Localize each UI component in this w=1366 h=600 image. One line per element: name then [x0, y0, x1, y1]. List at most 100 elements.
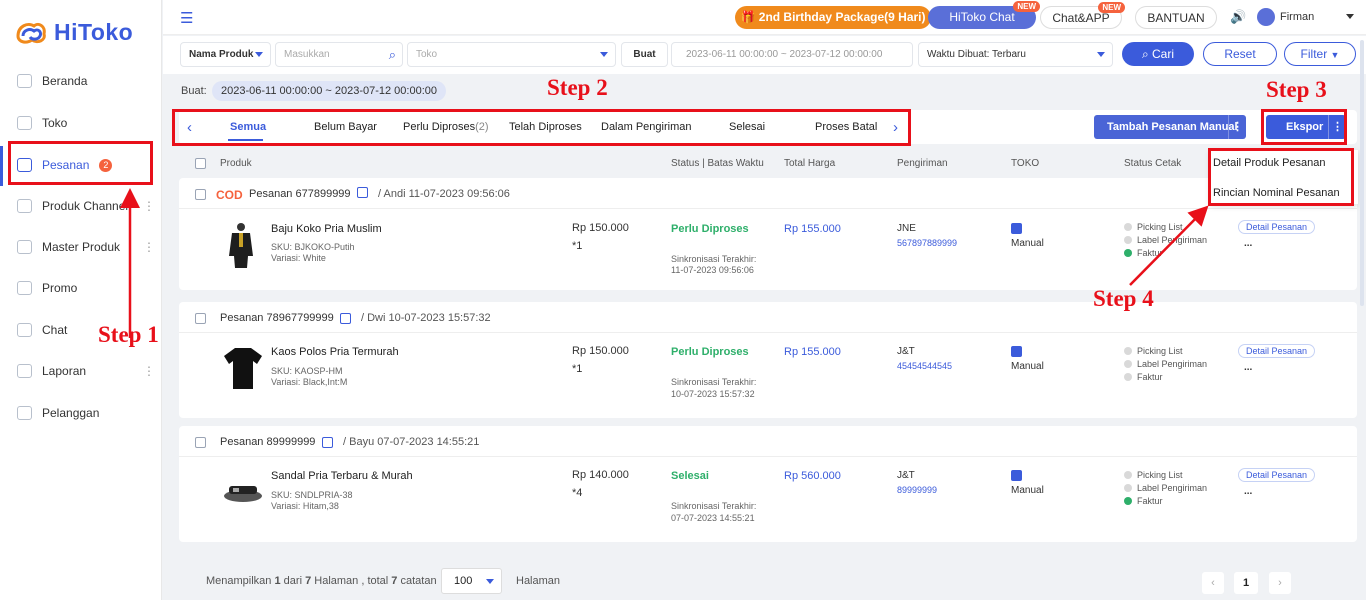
copy-icon[interactable]: [340, 313, 351, 324]
date-range-input[interactable]: 2023-06-11 00:00:00 ~ 2023-07-12 00:00:0…: [671, 42, 913, 67]
order-checkbox[interactable]: [195, 189, 206, 200]
birthday-package-button[interactable]: 🎁 2nd Birthday Package(9 Hari): [735, 6, 931, 29]
col-total: Total Harga: [784, 158, 836, 169]
sidebar-item-label: Chat: [42, 323, 68, 337]
print-label[interactable]: Label Pengiriman: [1124, 482, 1207, 495]
reset-button[interactable]: Reset: [1203, 42, 1277, 66]
more-icon[interactable]: ⋮: [143, 364, 155, 378]
cari-button[interactable]: ⌕ Cari: [1122, 42, 1194, 66]
col-pengiriman: Pengiriman: [897, 158, 948, 169]
new-tag: NEW: [1098, 2, 1125, 13]
toko-name: Manual: [1011, 485, 1044, 496]
speaker-icon[interactable]: 🔊: [1230, 9, 1246, 25]
product-variasi: Variasi: Black,Int:M: [271, 377, 348, 387]
status-dot-icon: [1124, 223, 1132, 231]
toko-name: Manual: [1011, 361, 1044, 372]
select-all-checkbox[interactable]: [195, 158, 206, 169]
grid-icon: [17, 199, 32, 213]
print-faktur[interactable]: Faktur: [1124, 371, 1207, 384]
date-type-label[interactable]: Buat: [621, 42, 668, 67]
detail-pesanan-button[interactable]: Detail Pesanan: [1238, 220, 1316, 234]
detail-pesanan-button[interactable]: Detail Pesanan: [1238, 344, 1316, 358]
more-actions[interactable]: ...: [1244, 362, 1252, 373]
order-card: Pesanan 89999999 / Bayu 07-07-2023 14:55…: [179, 426, 1357, 542]
col-toko: TOKO: [1011, 158, 1040, 169]
active-filter-chip[interactable]: 2023-06-11 00:00:00 ~ 2023-07-12 00:00:0…: [212, 81, 447, 101]
logo[interactable]: HiToko: [14, 18, 133, 46]
sidebar-item-label: Master Produk: [42, 240, 121, 254]
chat-app-button[interactable]: Chat&APP NEW: [1040, 2, 1125, 29]
product-variasi: Variasi: Hitam,38: [271, 501, 339, 511]
toko-name: Manual: [1011, 238, 1044, 249]
order-meta: / Bayu 07-07-2023 14:55:21: [343, 436, 480, 448]
more-icon[interactable]: ⋮: [1228, 115, 1246, 139]
user-name[interactable]: Firman: [1280, 11, 1314, 23]
filter-button[interactable]: Filter ▼: [1284, 42, 1356, 66]
search-input[interactable]: Masukkan ⌕: [275, 42, 403, 67]
courier: J&T: [897, 346, 915, 357]
sidebar-item-pelanggan[interactable]: Pelanggan: [0, 395, 161, 431]
detail-pesanan-button[interactable]: Detail Pesanan: [1238, 468, 1316, 482]
product-qty: *1: [572, 240, 583, 252]
promo-icon: [17, 281, 32, 295]
more-actions[interactable]: ...: [1244, 238, 1252, 249]
tracking-number[interactable]: 567897889999: [897, 238, 957, 248]
order-checkbox[interactable]: [195, 437, 206, 448]
product-name[interactable]: Kaos Polos Pria Termurah: [271, 346, 399, 358]
sync-time: 10-07-2023 15:57:32: [671, 389, 755, 399]
field-select[interactable]: Nama Produk: [180, 42, 271, 67]
page-size-select[interactable]: 100: [441, 568, 502, 594]
copy-icon[interactable]: [322, 437, 333, 448]
tracking-number[interactable]: 89999999: [897, 485, 937, 495]
sync-time: 11-07-2023 09:56:06: [671, 265, 754, 275]
sidebar-item-produk-channel[interactable]: Produk Channel ⋮: [0, 188, 161, 224]
sidebar-item-laporan[interactable]: Laporan ⋮: [0, 353, 161, 389]
sidebar-item-promo[interactable]: Promo: [0, 270, 161, 306]
print-label[interactable]: Label Pengiriman: [1124, 358, 1207, 371]
order-card: Pesanan 78967799999 / Dwi 10-07-2023 15:…: [179, 302, 1357, 418]
search-icon[interactable]: ⌕: [389, 43, 396, 66]
print-faktur[interactable]: Faktur: [1124, 247, 1207, 260]
print-picking-list[interactable]: Picking List: [1124, 345, 1207, 358]
chat-icon: [17, 323, 32, 337]
more-icon[interactable]: ⋮: [143, 240, 155, 254]
sidebar-item-toko[interactable]: Toko: [0, 105, 161, 141]
store-icon: [17, 116, 32, 130]
chevron-right-icon[interactable]: ›: [1269, 572, 1291, 594]
hitoko-logo-icon: [16, 22, 46, 44]
menu-collapse-icon[interactable]: ☰: [180, 9, 193, 27]
order-number: Pesanan 89999999: [220, 436, 316, 448]
home-icon: [17, 74, 32, 88]
total-price: Rp 155.000: [784, 346, 841, 358]
print-picking-list[interactable]: Picking List: [1124, 469, 1207, 482]
toko-select[interactable]: Toko: [407, 42, 616, 67]
avatar[interactable]: [1257, 8, 1275, 26]
total-price: Rp 560.000: [784, 470, 841, 482]
more-actions[interactable]: ...: [1244, 486, 1252, 497]
bantuan-button[interactable]: BANTUAN: [1135, 6, 1217, 29]
order-checkbox[interactable]: [195, 313, 206, 324]
sidebar-item-master-produk[interactable]: Master Produk ⋮: [0, 229, 161, 265]
print-label[interactable]: Label Pengiriman: [1124, 234, 1207, 247]
scrollbar[interactable]: [1360, 40, 1364, 306]
print-picking-list[interactable]: Picking List: [1124, 221, 1207, 234]
current-page[interactable]: 1: [1234, 572, 1258, 594]
new-tag: NEW: [1013, 1, 1040, 12]
sort-select[interactable]: Waktu Dibuat: Terbaru: [918, 42, 1113, 67]
print-faktur[interactable]: Faktur: [1124, 495, 1207, 508]
hitoko-chat-button[interactable]: HiToko Chat NEW: [928, 1, 1040, 29]
product-price: Rp 150.000: [572, 222, 629, 234]
chevron-down-icon[interactable]: [1346, 14, 1354, 19]
product-name[interactable]: Sandal Pria Terbaru & Murah: [271, 470, 413, 482]
chevron-down-icon: [486, 579, 494, 584]
tracking-number[interactable]: 45454544545: [897, 361, 952, 371]
chevron-left-icon[interactable]: ‹: [1202, 572, 1224, 594]
sidebar-item-beranda[interactable]: Beranda: [0, 63, 161, 99]
copy-icon[interactable]: [357, 187, 368, 198]
more-icon[interactable]: ⋮: [143, 199, 155, 213]
product-sku: SKU: SNDLPRIA-38: [271, 490, 353, 500]
sync-label: Sinkronisasi Terakhir:: [671, 254, 757, 264]
order-meta: / Andi 11-07-2023 09:56:06: [378, 188, 510, 200]
tambah-pesanan-manual-button[interactable]: Tambah Pesanan Manual ⋮: [1094, 115, 1246, 139]
product-name[interactable]: Baju Koko Pria Muslim: [271, 223, 382, 235]
